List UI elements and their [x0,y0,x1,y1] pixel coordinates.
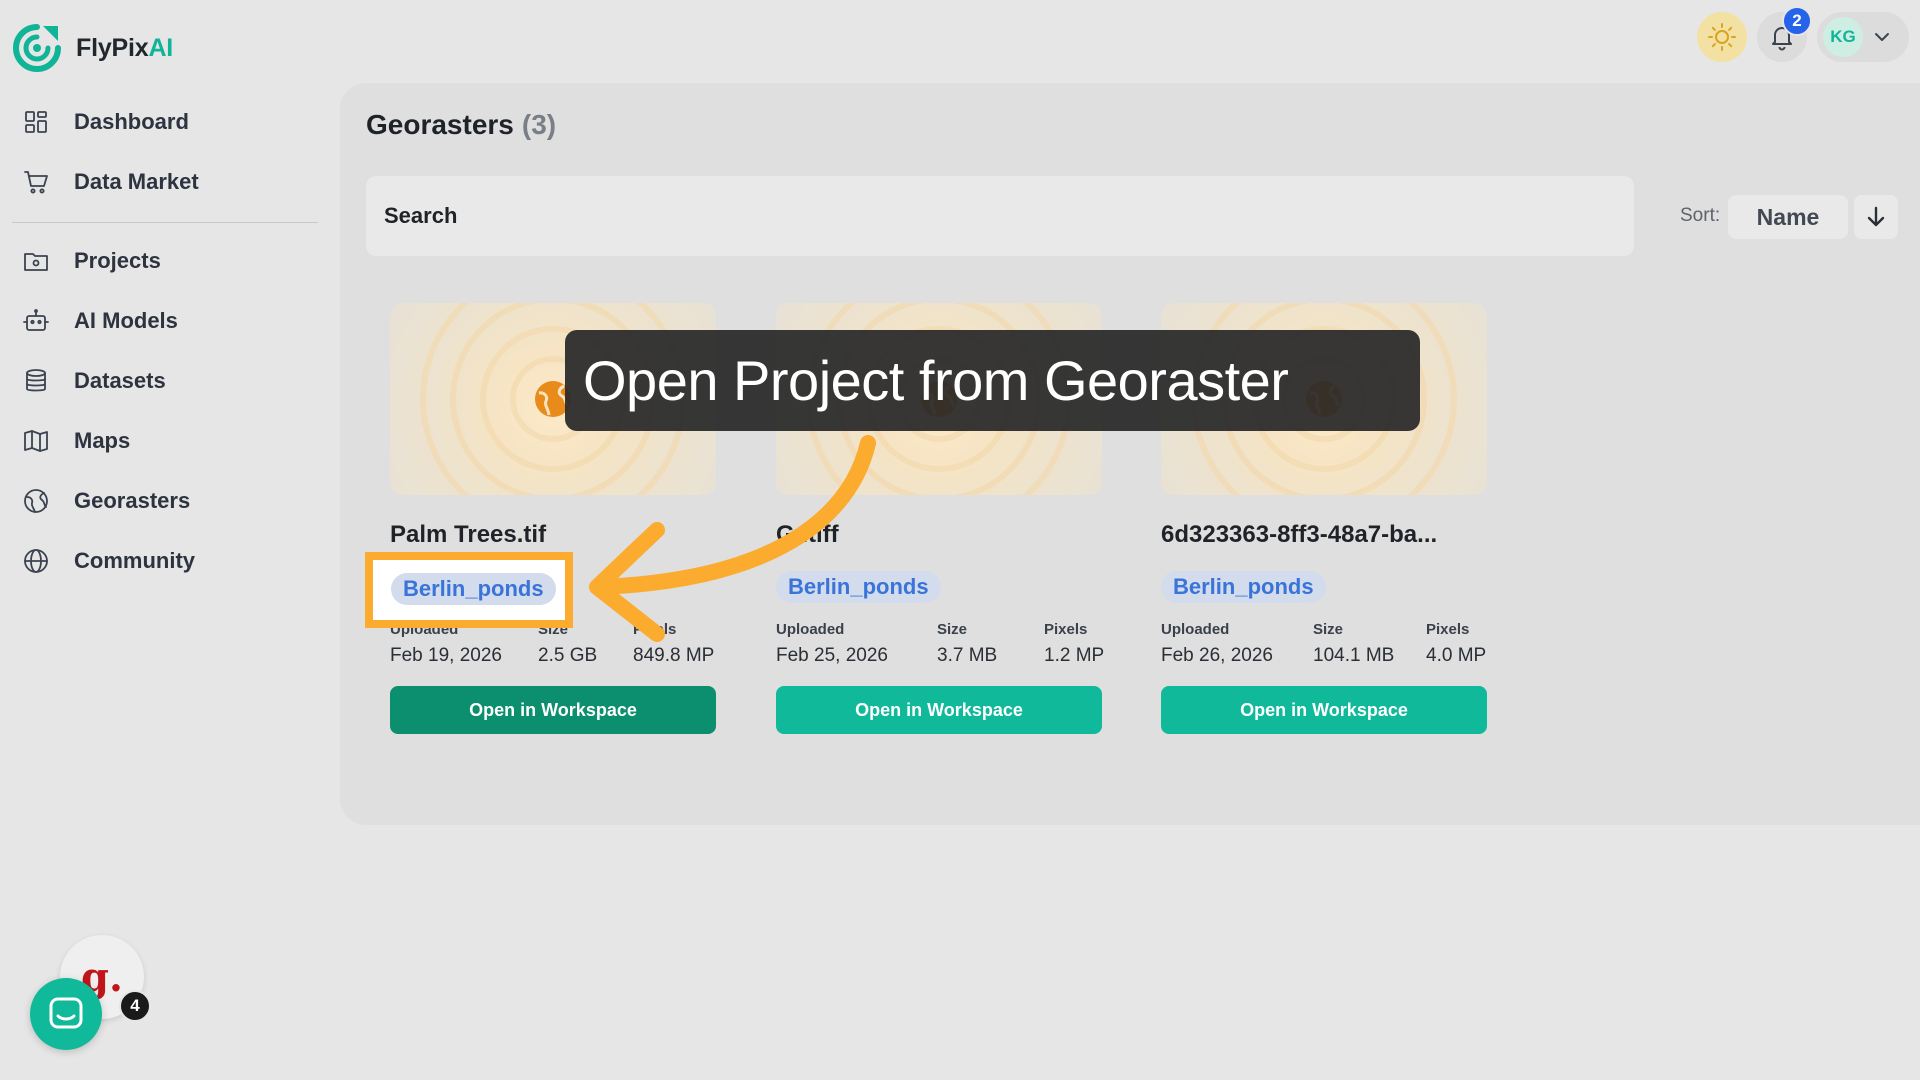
theme-toggle-button[interactable] [1697,12,1747,62]
sidebar-item-label: Maps [74,428,131,453]
sidebar-item-community[interactable]: Community [22,547,195,575]
size-label: Size [1313,621,1344,638]
pixels-label: Pixels [1426,621,1470,638]
sidebar-item-label: Dashboard [74,109,189,134]
uploaded-label: Uploaded [776,621,845,638]
page-title: Georasters (3) [366,109,557,140]
brand-logo[interactable]: FlyPixAI [12,22,173,74]
pixels-value: 1.2 MP [1044,645,1105,666]
sidebar-item-label: Datasets [74,368,166,393]
sidebar-divider [12,222,318,223]
chat-launcher-button[interactable] [30,978,102,1050]
georaster-name: G .tiff [776,521,839,548]
uploaded-label: Uploaded [1161,621,1230,638]
pixels-label: Pixels [1044,621,1088,638]
sidebar-item-dashboard[interactable]: Dashboard [22,108,189,136]
brand-name: FlyPixAI [76,33,174,62]
tag-highlight-box: Berlin_ponds [365,552,573,628]
size-label: Size [937,621,968,638]
pixels-value: 849.8 MP [633,645,715,666]
robot-icon [23,309,49,331]
sun-icon [1708,23,1736,51]
pixels-value: 4.0 MP [1426,645,1487,666]
project-tag[interactable]: Berlin_ponds [1161,571,1326,603]
user-menu-button[interactable]: KG [1817,12,1909,62]
sidebar-item-label: Georasters [74,488,191,513]
sidebar-item-label: Projects [74,248,161,273]
flypix-logo-icon [13,24,61,72]
georaster-name: 6d323363-8ff3-48a7-ba... [1161,521,1438,548]
cart-icon [24,171,48,194]
database-icon [26,369,46,392]
chat-count-badge: 4 [119,990,151,1022]
sidebar-item-label: AI Models [74,308,178,333]
main-panel: Georasters(3) Sort: Name Palm Trees.tif … [340,83,1920,825]
folder-icon [24,253,48,271]
size-value: 3.7 MB [937,645,998,666]
sidebar-item-projects[interactable]: Projects [22,247,161,275]
georaster-count: (3) [521,109,557,140]
georaster-icon [24,489,48,513]
open-in-workspace-button[interactable]: Open in Workspace [1161,686,1487,734]
open-in-workspace-button[interactable]: Open in Workspace [390,686,716,734]
size-value: 2.5 GB [538,645,598,666]
uploaded-value: Feb 19, 2026 [390,645,502,666]
sidebar-item-ai-models[interactable]: AI Models [22,307,178,335]
georaster-name: Palm Trees.tif [390,521,547,548]
sort-label: Sort: [1680,205,1721,226]
sidebar-item-datasets[interactable]: Datasets [22,367,166,395]
size-value: 104.1 MB [1313,645,1395,666]
dashboard-icon [25,111,47,133]
sidebar-item-data-market[interactable]: Data Market [22,168,199,196]
uploaded-value: Feb 26, 2026 [1161,645,1273,666]
arrow-down-icon [1867,206,1885,227]
sort-select[interactable]: Name [1728,195,1848,239]
chat-icon [49,997,83,1029]
project-tag[interactable]: Berlin_ponds [391,573,556,605]
tutorial-tooltip: Open Project from Georaster [565,330,1420,431]
open-in-workspace-button[interactable]: Open in Workspace [776,686,1102,734]
sort-direction-button[interactable] [1854,195,1898,239]
uploaded-value: Feb 25, 2026 [776,645,888,666]
sidebar-item-label: Community [74,548,195,573]
search-input[interactable] [366,176,1634,256]
avatar: KG [1823,17,1863,57]
sidebar-item-label: Data Market [74,169,199,194]
project-tag[interactable]: Berlin_ponds [776,571,941,603]
globe-icon [24,549,48,573]
map-icon [24,430,48,452]
sidebar: FlyPixAI Dashboard Data Market Projects … [0,0,330,1080]
chevron-down-icon [1875,33,1889,41]
notifications-count-badge: 2 [1782,6,1812,36]
sidebar-item-maps[interactable]: Maps [22,427,130,455]
pixels-label: Pixels [633,621,677,638]
sidebar-item-georasters[interactable]: Georasters [22,487,190,515]
